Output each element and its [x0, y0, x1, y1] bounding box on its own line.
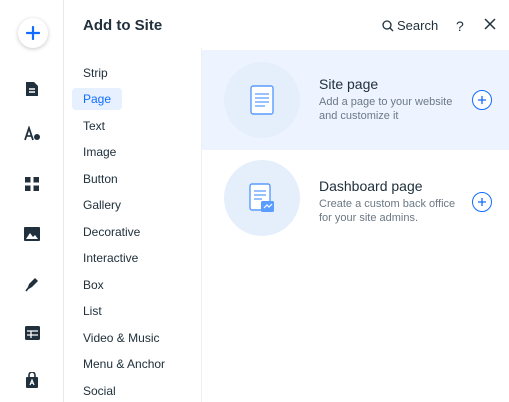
- media-button[interactable]: [16, 218, 48, 250]
- site-page-thumbnail: [224, 62, 300, 138]
- category-list: Strip Page Text Image Button Gallery Dec…: [64, 48, 202, 402]
- content-area: Site page Add a page to your website and…: [202, 48, 509, 402]
- table-icon: [24, 326, 40, 340]
- dashboard-page-thumbnail: [224, 160, 300, 236]
- category-box[interactable]: Box: [72, 274, 115, 296]
- close-button[interactable]: [482, 16, 498, 32]
- pen-icon: [25, 278, 38, 292]
- bag-icon: [26, 372, 38, 388]
- search-label: Search: [397, 18, 439, 33]
- site-page-description: Add a page to your website and customize…: [319, 96, 453, 122]
- search-icon: [382, 19, 394, 31]
- category-decorative[interactable]: Decorative: [72, 221, 151, 243]
- add-site-page-button[interactable]: [472, 90, 492, 110]
- site-page-card[interactable]: Site page Add a page to your website and…: [202, 50, 509, 150]
- add-dashboard-page-button[interactable]: [472, 192, 492, 212]
- image-icon: [24, 227, 40, 241]
- category-gallery[interactable]: Gallery: [72, 194, 132, 216]
- dashboard-page-description: Create a custom back office for your sit…: [319, 198, 456, 224]
- apps-icon: [25, 177, 39, 191]
- cms-button[interactable]: [16, 317, 48, 349]
- category-interactive[interactable]: Interactive: [72, 247, 149, 269]
- category-social[interactable]: Social: [72, 380, 127, 402]
- panel-title: Add to Site: [83, 17, 163, 34]
- category-page[interactable]: Page: [72, 88, 123, 110]
- plus-icon: [26, 26, 40, 40]
- plus-icon: [478, 96, 486, 104]
- category-button[interactable]: Button: [72, 168, 129, 190]
- pages-button[interactable]: [16, 73, 48, 105]
- page-icon: [26, 82, 38, 96]
- apps-button[interactable]: [16, 168, 48, 200]
- add-elements-button[interactable]: [18, 18, 48, 48]
- design-button[interactable]: [16, 118, 48, 150]
- category-image[interactable]: Image: [72, 141, 127, 163]
- search-button[interactable]: Search: [382, 18, 438, 33]
- site-page-title: Site page: [319, 76, 379, 92]
- close-icon: [484, 18, 496, 30]
- category-list-item[interactable]: List: [72, 300, 113, 322]
- category-menu-anchor[interactable]: Menu & Anchor: [72, 353, 176, 375]
- category-video-music[interactable]: Video & Music: [72, 327, 170, 349]
- page-outline-icon: [250, 85, 274, 115]
- panel-header: Add to Site Search ?: [64, 0, 509, 48]
- plus-icon: [478, 198, 486, 206]
- business-button[interactable]: [16, 364, 48, 396]
- blog-button[interactable]: [16, 268, 48, 300]
- dashboard-page-card[interactable]: Dashboard page Create a custom back offi…: [202, 152, 509, 252]
- category-text[interactable]: Text: [72, 115, 116, 137]
- theme-icon: [24, 126, 40, 141]
- help-button[interactable]: ?: [456, 18, 464, 34]
- category-strip[interactable]: Strip: [72, 62, 119, 84]
- left-toolbar: [0, 0, 64, 402]
- dashboard-page-title: Dashboard page: [319, 178, 423, 194]
- dashboard-page-icon: [249, 183, 274, 212]
